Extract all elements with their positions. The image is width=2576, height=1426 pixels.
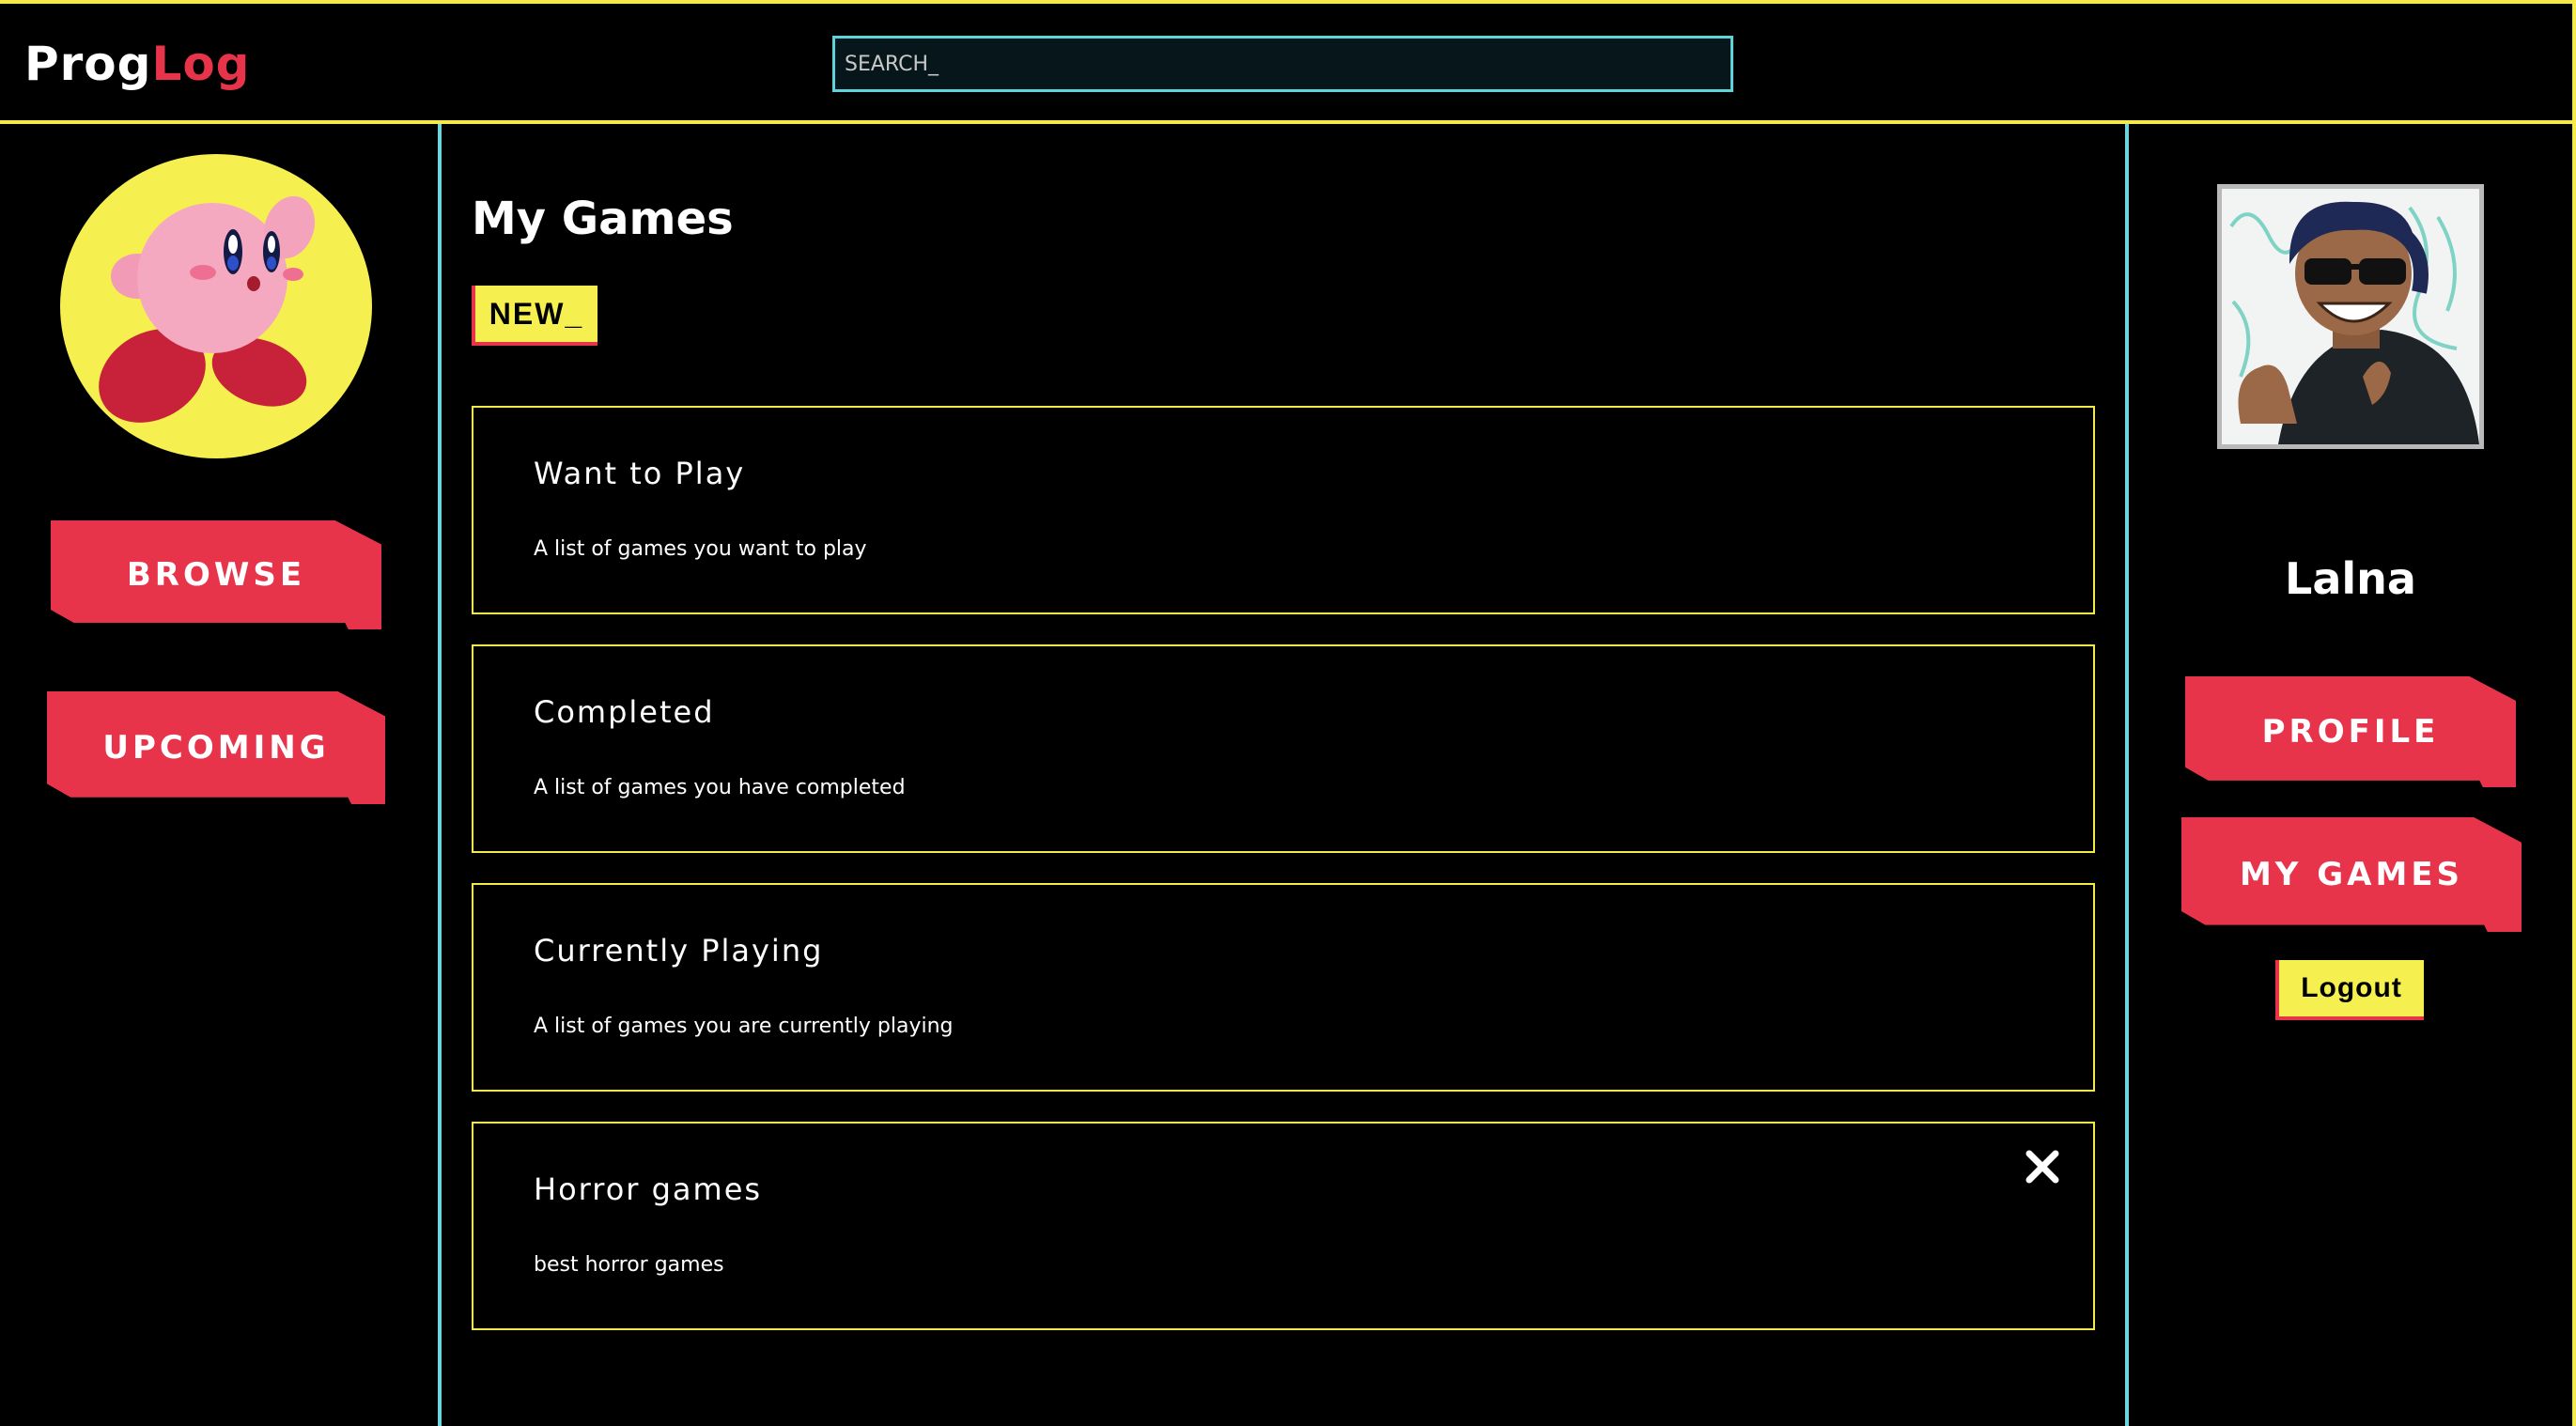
list-card-want-to-play[interactable]: Want to Play A list of games you want to… (472, 406, 2095, 614)
new-list-button[interactable]: NEW_ (472, 286, 597, 346)
profile-button[interactable]: PROFILE (2185, 676, 2516, 787)
list-card-description: best horror games (534, 1253, 724, 1277)
page-title: My Games (472, 193, 734, 245)
list-card-title: Currently Playing (534, 933, 824, 969)
left-column-divider (438, 124, 442, 1426)
browse-button[interactable]: BROWSE (51, 520, 381, 629)
top-navbar: ProgLog (0, 0, 2576, 124)
list-card-horror-games[interactable]: Horror games best horror games (472, 1122, 2095, 1330)
my-games-button[interactable]: MY GAMES (2181, 817, 2522, 932)
search-input[interactable] (832, 36, 1733, 92)
list-card-completed[interactable]: Completed A list of games you have compl… (472, 644, 2095, 853)
logout-button[interactable]: Logout (2275, 960, 2424, 1020)
list-card-title: Completed (534, 694, 715, 730)
close-icon[interactable] (2024, 1148, 2061, 1186)
kirby-avatar (60, 154, 372, 458)
list-card-title: Want to Play (534, 456, 746, 491)
logo-log: Log (151, 37, 251, 91)
list-card-title: Horror games (534, 1171, 763, 1207)
logo-prog: Prog (24, 37, 152, 91)
kirby-icon (99, 195, 316, 423)
list-card-description: A list of games you want to play (534, 537, 867, 561)
proglog-logo[interactable]: ProgLog (24, 34, 250, 94)
right-column-divider (2125, 124, 2129, 1426)
user-portrait-icon (2222, 189, 2479, 444)
list-card-description: A list of games you have completed (534, 776, 906, 799)
upcoming-button[interactable]: UPCOMING (47, 691, 385, 804)
user-avatar (2217, 184, 2484, 449)
list-card-description: A list of games you are currently playin… (534, 1015, 954, 1038)
list-card-currently-playing[interactable]: Currently Playing A list of games you ar… (472, 883, 2095, 1092)
right-edge-border (2572, 124, 2576, 1426)
username: Lalna (2285, 553, 2416, 604)
